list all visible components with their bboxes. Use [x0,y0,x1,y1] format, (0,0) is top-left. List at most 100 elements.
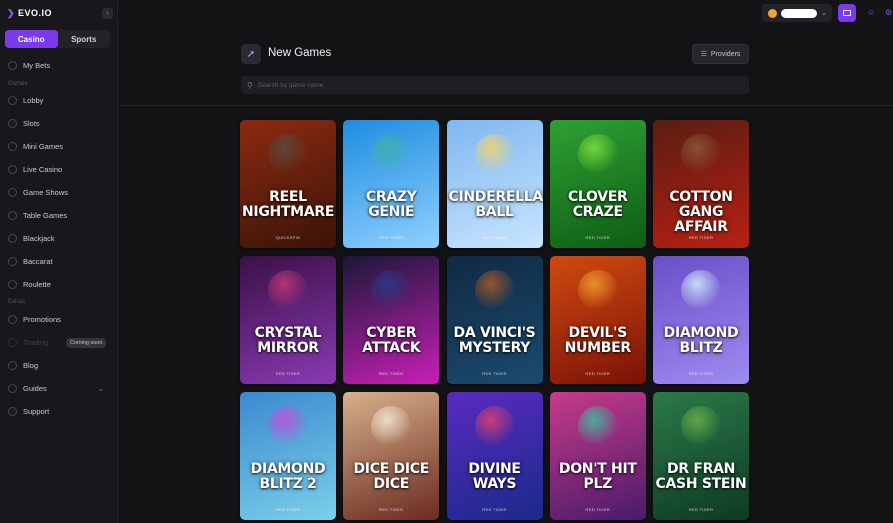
game-artwork [268,270,308,310]
sidebar-item-label: Promotions [23,314,61,324]
sidebar-item-label: Game Shows [23,187,69,197]
app: ❯ EVO.IO ‹ Casino Sports My Bets Games Lo… [0,0,893,523]
game-title: CLOVER CRAZE [567,189,628,220]
game-artwork [577,406,618,446]
mode-switch: Casino Sports [5,30,110,48]
blog-icon [8,360,17,370]
sidebar-item-game-shows[interactable]: Game Shows [8,185,108,199]
tab-casino[interactable]: Casino [5,30,58,48]
game-provider: RED TIGER [275,507,301,512]
game-shows-icon [8,187,17,197]
baccarat-icon [8,256,17,266]
game-provider: RED TIGER [482,507,507,512]
game-title: DA VINCI'S MYSTERY [453,325,536,356]
game-provider: RED TIGER [688,235,714,240]
game-artwork [577,270,618,310]
sidebar-item-label: Baccarat [23,256,53,266]
game-provider: RED TIGER [275,371,301,376]
game-provider: RED TIGER [482,235,507,240]
sidebar-item-my-bets[interactable]: My Bets [8,58,108,72]
section-label-extras: Extras [8,299,26,305]
game-card[interactable]: CYBER ATTACK RED TIGER [343,256,440,384]
game-title: REEL NIGHTMARE [242,189,335,220]
game-provider: RED TIGER [688,371,714,376]
game-card[interactable]: DEVIL'S NUMBER RED TIGER [549,256,646,384]
wallet-icon [843,10,851,16]
game-title: DIAMOND BLITZ 2 [250,461,326,492]
game-title: CRAZY GENIE [365,189,417,220]
game-title: CYBER ATTACK [362,325,421,356]
game-card[interactable]: DIAMOND BLITZ RED TIGER [653,256,749,384]
lobby-icon [8,95,17,105]
game-artwork [577,134,618,174]
game-card[interactable]: CRAZY GENIE RED TIGER [343,120,440,248]
search-input[interactable] [257,81,708,89]
sidebar-item-label: Roulette [23,279,51,289]
game-card[interactable]: DA VINCI'S MYSTERY RED TIGER [446,256,543,384]
game-title: DEVIL'S NUMBER [564,325,632,356]
sidebar-item-promotions[interactable]: Promotions [8,312,108,326]
sidebar-item-label: Mini Games [23,141,64,151]
game-provider: RED TIGER [379,507,404,512]
sidebar-item-label: Live Casino [23,164,63,174]
game-card[interactable]: COTTON GANG AFFAIR RED TIGER [653,120,749,248]
tab-sports[interactable]: Sports [58,30,111,48]
chevron-down-icon[interactable]: ⌄ [98,385,104,393]
sidebar-item-blackjack[interactable]: Blackjack [8,231,108,245]
sidebar-item-blog[interactable]: Blog [8,358,108,372]
sidebar-item-label: Blackjack [23,233,55,243]
game-card[interactable]: DICE DICE DICE RED TIGER [343,392,440,520]
user-icon[interactable]: ☺ [867,8,875,17]
game-card[interactable]: DON'T HIT PLZ RED TIGER [549,392,646,520]
sidebar-item-slots[interactable]: Slots [8,116,108,130]
wallet-button[interactable] [838,4,856,22]
section-label-games: Games [8,81,28,87]
sidebar-item-roulette[interactable]: Roulette [8,277,108,291]
bets-icon [8,60,17,70]
coming-soon-badge: Coming soon [66,338,107,348]
promotions-icon [8,314,17,324]
balance-dropdown[interactable]: ⌄ [762,4,832,22]
game-card[interactable]: DR FRAN CASH STEIN RED TIGER [653,392,749,520]
game-provider: RED TIGER [482,371,507,376]
logo[interactable]: ❯ EVO.IO [7,8,52,19]
collapse-sidebar-button[interactable]: ‹ [102,8,113,19]
sidebar-item-label: Support [23,406,50,416]
sidebar-item-label: Lobby [23,95,44,105]
game-card[interactable]: CLOVER CRAZE RED TIGER [549,120,646,248]
game-card[interactable]: REEL NIGHTMARE QUICKSPIN [240,120,336,248]
guides-icon [8,383,17,393]
game-artwork [681,134,721,174]
roulette-icon [8,279,17,289]
game-card[interactable]: DIAMOND BLITZ 2 RED TIGER [240,392,336,520]
game-provider: RED TIGER [585,371,610,376]
sidebar-item-support[interactable]: Support [8,404,108,418]
game-title: DIVINE WAYS [468,461,521,492]
sidebar-item-guides[interactable]: Guides [8,381,108,395]
sidebar-item-baccarat[interactable]: Baccarat [8,254,108,268]
game-provider: RED TIGER [688,507,714,512]
game-artwork [371,406,412,446]
game-provider: QUICKSPIN [275,235,301,240]
live-casino-icon [8,164,17,174]
gear-icon[interactable]: ⚙ [885,8,892,17]
game-card[interactable]: CINDERELLA'S BALL RED TIGER [446,120,543,248]
providers-button[interactable]: ☰ Providers [692,44,749,64]
games-grid: REEL NIGHTMARE QUICKSPIN CRAZY GENIE RED TI… [240,120,749,520]
coin-icon [768,8,777,18]
game-card[interactable]: DIVINE WAYS RED TIGER [446,392,543,520]
sidebar-item-live-casino[interactable]: Live Casino [8,162,108,176]
game-title: DICE DICE DICE [353,461,429,492]
sidebar-item-table-games[interactable]: Table Games [8,208,108,222]
filter-icon: ☰ [700,51,707,58]
search-icon: ⚲ [247,80,253,90]
sidebar-item-lobby[interactable]: Lobby [8,93,108,107]
sidebar-item-label: Guides [23,383,47,393]
game-card[interactable]: CRYSTAL MIRROR RED TIGER [240,256,336,384]
sidebar-item-mini-games[interactable]: Mini Games [8,139,108,153]
game-title: CRYSTAL MIRROR [254,325,322,356]
table-games-icon [8,210,17,220]
sidebar-item-label: Slots [23,118,40,128]
page-title: New Games [268,47,332,59]
divider [118,105,893,106]
